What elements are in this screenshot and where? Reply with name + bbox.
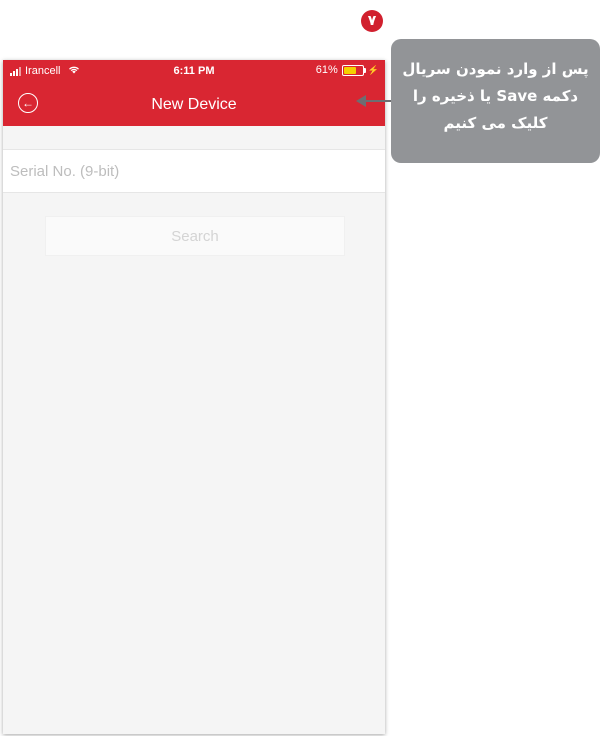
search-button[interactable]: Search xyxy=(45,216,345,256)
serial-number-field[interactable] xyxy=(3,149,385,193)
search-button-label: Search xyxy=(171,227,219,245)
left-arrow-icon xyxy=(356,95,394,107)
charging-bolt-icon: ⚡ xyxy=(367,64,379,75)
serial-number-input[interactable] xyxy=(3,150,385,192)
page-title: New Device xyxy=(151,96,237,113)
callout-line: کلیک می کنیم xyxy=(443,114,548,132)
phone-screen: Irancell 6:11 PM 61% ⚡ ← New Device Sear… xyxy=(3,60,385,734)
status-right: 61% ⚡ xyxy=(316,64,379,76)
callout-line: دکمه Save یا ذخیره را xyxy=(412,87,579,105)
battery-percent: 61% xyxy=(315,64,338,76)
step-number-badge: ۷ xyxy=(361,10,383,32)
instruction-callout: پس از وارد نمودن سریال دکمه Save یا ذخیر… xyxy=(391,39,600,163)
status-bar: Irancell 6:11 PM 61% ⚡ xyxy=(3,60,385,82)
nav-bar: ← New Device xyxy=(3,82,385,126)
battery-icon xyxy=(341,64,366,76)
app-header: Irancell 6:11 PM 61% ⚡ ← New Device xyxy=(3,60,385,126)
callout-line: پس از وارد نمودن سریال xyxy=(402,60,589,78)
